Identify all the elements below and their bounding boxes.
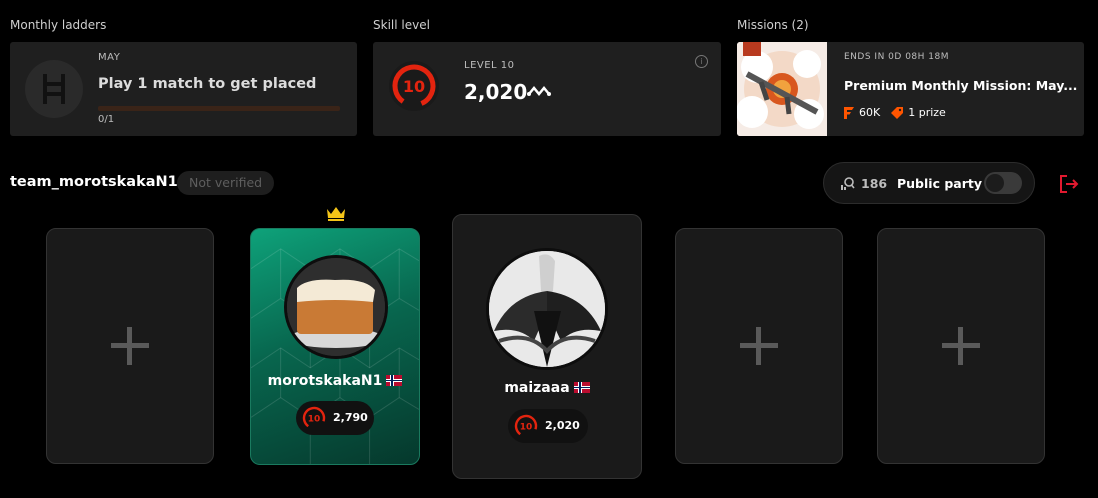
ladder-month: MAY (98, 52, 121, 63)
skill-level-badge-icon: 10 (389, 61, 439, 111)
invite-slot[interactable] (877, 228, 1045, 464)
skill-level-text: LEVEL 10 (464, 60, 515, 71)
plus-icon (111, 327, 149, 365)
norway-flag-icon (573, 382, 590, 393)
verification-badge: Not verified (177, 171, 275, 195)
crown-icon (327, 207, 345, 221)
public-party-toggle[interactable] (984, 172, 1022, 194)
mission-title: Premium Monthly Mission: May... (844, 78, 1078, 93)
plus-icon (740, 327, 778, 365)
public-party-label: Public party (897, 176, 983, 191)
party-search-icon (841, 177, 855, 190)
skill-card[interactable]: 10 LEVEL 10 2,020 i (373, 42, 721, 136)
monthly-ladders-label: Monthly ladders (10, 18, 107, 32)
player-level: 10 (520, 423, 533, 433)
player-card-leader[interactable]: morotskakaN1 10 2,790 (250, 228, 420, 465)
prize-tag-icon (891, 106, 904, 119)
ladder-progress-bar (98, 106, 340, 111)
level-badge-icon: 10 (514, 414, 538, 438)
mission-ends-in: ENDS IN 0D 08H 18M (844, 52, 949, 62)
invite-slot[interactable] (46, 228, 214, 464)
level-badge-icon: 10 (302, 406, 326, 430)
player-name[interactable]: morotskakaN1 (268, 373, 383, 389)
points-icon (844, 106, 854, 119)
player-elo-pill: 10 2,790 (296, 401, 374, 435)
public-party-control: 186 Public party (823, 162, 1035, 204)
player-elo: 2,790 (333, 411, 368, 424)
plus-icon (942, 327, 980, 365)
ladder-title: Play 1 match to get placed (98, 76, 317, 92)
ladder-progress-text: 0/1 (98, 114, 115, 125)
player-elo: 2,020 (545, 419, 580, 432)
player-name-row: maizaaa (453, 380, 641, 396)
mission-prize: 1 prize (908, 106, 946, 119)
skill-elo-value: 2,020 (464, 80, 528, 104)
mission-points: 60K (859, 106, 881, 119)
mission-rewards: 60K 1 prize (844, 106, 946, 119)
missions-label: Missions (2) (737, 18, 809, 32)
ladder-icon (25, 60, 83, 118)
player-card[interactable]: maizaaa 10 2,020 (452, 214, 642, 479)
invite-slot[interactable] (675, 228, 843, 464)
team-name[interactable]: team_morotskakaN1 (10, 174, 178, 190)
elo-trend-icon (527, 86, 551, 96)
avatar (486, 248, 608, 370)
norway-flag-icon (386, 375, 403, 386)
player-name[interactable]: maizaaa (504, 380, 569, 396)
leave-party-icon[interactable] (1059, 174, 1079, 194)
player-elo-pill: 10 2,020 (508, 409, 588, 443)
info-icon[interactable]: i (695, 55, 708, 68)
ladder-card[interactable]: MAY Play 1 match to get placed 0/1 (10, 42, 357, 136)
party-count: 186 (861, 176, 888, 191)
skill-level-number: 10 (403, 77, 425, 96)
mission-card[interactable]: ENDS IN 0D 08H 18M Premium Monthly Missi… (737, 42, 1084, 136)
toggle-knob (986, 174, 1004, 192)
mission-image (737, 42, 827, 136)
avatar (284, 255, 388, 359)
player-name-row: morotskakaN1 (251, 373, 419, 389)
skill-level-label: Skill level (373, 18, 430, 32)
player-level: 10 (308, 415, 321, 425)
